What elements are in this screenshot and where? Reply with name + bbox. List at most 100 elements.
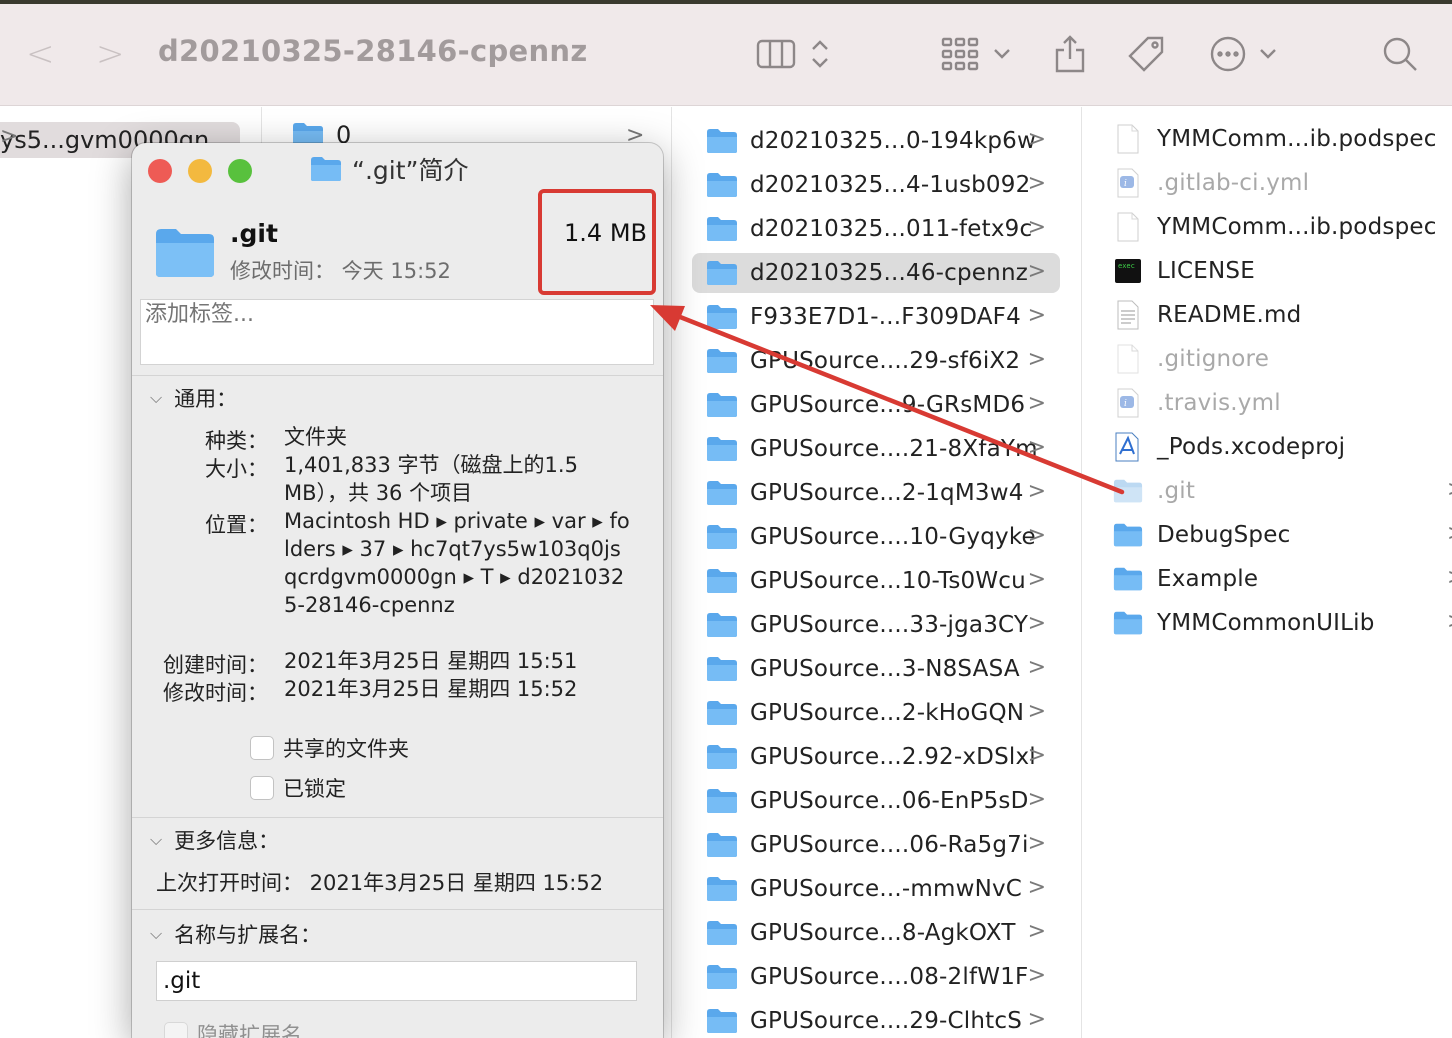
folder-row-label: d20210325...0-194kp6w <box>750 128 1036 154</box>
locked-checkbox[interactable]: 已锁定 <box>250 773 346 803</box>
finder-column-4: YMMComm...ib.podspec i .gitlab-ci.yml YMMCo… <box>1083 107 1452 1038</box>
chevron-right-icon: > <box>1447 565 1452 590</box>
folder-row[interactable]: DebugSpec > <box>1113 515 1452 555</box>
file-row[interactable]: README.md <box>1113 295 1452 335</box>
folder-row[interactable]: d20210325...46-cpennz > <box>692 253 1060 293</box>
close-button[interactable] <box>148 159 172 183</box>
folder-icon <box>707 657 737 681</box>
file-row[interactable]: _Pods.xcodeproj <box>1113 427 1452 467</box>
column-view-icon[interactable] <box>752 30 800 78</box>
section-title: 名称与扩展名： <box>174 923 322 947</box>
folder-icon <box>707 437 737 461</box>
folder-icon <box>707 129 737 153</box>
folder-row-label: GPUSource...8-AgkOXT <box>750 920 1016 946</box>
chevron-right-icon: > <box>1027 479 1046 504</box>
folder-row-label: F933E7D1-...F309DAF4 <box>750 304 1021 330</box>
folder-row[interactable]: .git > <box>1113 471 1452 511</box>
chevron-down-icon[interactable] <box>1244 30 1292 78</box>
file-row[interactable]: YMMComm...ib.podspec <box>1113 207 1452 247</box>
folder-row[interactable]: GPUSource....06-Ra5g7i > <box>692 825 1060 865</box>
svg-text:exec: exec <box>1118 262 1135 270</box>
disclosure-triangle-icon[interactable]: ⌵ <box>150 388 162 408</box>
tags-input[interactable] <box>141 300 653 329</box>
forward-button[interactable]: > <box>96 34 125 74</box>
folder-row[interactable]: GPUSource...8-AgkOXT > <box>692 913 1060 953</box>
share-icon[interactable] <box>1046 30 1094 78</box>
folder-icon <box>707 613 737 637</box>
document-icon <box>1113 123 1143 155</box>
name-input[interactable] <box>157 962 636 1000</box>
checkbox-box[interactable] <box>250 776 274 800</box>
created-label: 创建时间： <box>163 653 268 677</box>
folder-row[interactable]: d20210325...4-1usb092 > <box>692 165 1060 205</box>
folder-row[interactable]: GPUSource...2-1qM3w4 > <box>692 473 1060 513</box>
folder-row[interactable]: GPUSource....29-ClhtcS > <box>692 1001 1060 1038</box>
file-row[interactable]: YMMComm...ib.podspec <box>1113 119 1452 159</box>
chevron-down-icon[interactable] <box>978 30 1026 78</box>
zoom-button[interactable] <box>228 159 252 183</box>
back-button[interactable]: < <box>26 34 55 74</box>
folder-row-label: GPUSource....33-jga3CY <box>750 612 1029 638</box>
file-row-label: .gitignore <box>1157 346 1270 372</box>
folder-row[interactable]: GPUSource....08-2lfW1F > <box>692 957 1060 997</box>
general-section-header[interactable]: ⌵ 通用： <box>150 383 237 413</box>
folder-row[interactable]: GPUSource...10-Ts0Wcu > <box>692 561 1060 601</box>
folder-row[interactable]: GPUSource...2.92-xDSlxl > <box>692 737 1060 777</box>
folder-row[interactable]: d20210325...0-194kp6w > <box>692 121 1060 161</box>
folder-row[interactable]: Example > <box>1113 559 1452 599</box>
file-row-label: LICENSE <box>1157 258 1255 284</box>
minimize-button[interactable] <box>188 159 212 183</box>
chevron-right-icon: > <box>1027 919 1046 944</box>
checkbox-box[interactable] <box>250 736 274 760</box>
folder-row[interactable]: GPUSource...-mmwNvC > <box>692 869 1060 909</box>
folder-icon <box>707 305 737 329</box>
folder-icon <box>707 481 737 505</box>
folder-icon <box>1113 563 1143 595</box>
window-title: d20210325-28146-cpennz <box>158 34 588 68</box>
file-row[interactable]: exec LICENSE <box>1113 251 1452 291</box>
section-title: 通用： <box>174 387 238 411</box>
checkbox-box[interactable] <box>164 1022 188 1038</box>
chevron-right-icon: > <box>1027 259 1046 284</box>
shared-folder-checkbox[interactable]: 共享的文件夹 <box>250 733 409 763</box>
file-row[interactable]: i .travis.yml <box>1113 383 1452 423</box>
folder-row-label: GPUSource...06-EnP5sD <box>750 788 1029 814</box>
folder-row[interactable]: GPUSource...9-GRsMD6 > <box>692 385 1060 425</box>
search-icon[interactable] <box>1376 30 1424 78</box>
text-file-icon <box>1113 299 1143 331</box>
file-row[interactable]: i .gitlab-ci.yml <box>1113 163 1452 203</box>
folder-row[interactable]: YMMCommonUILib > <box>1113 603 1452 643</box>
kind-value: 文件夹 <box>284 425 347 449</box>
folder-row[interactable]: GPUSource...2-kHoGQN > <box>692 693 1060 733</box>
folder-row[interactable]: GPUSource....21-8XfaYm > <box>692 429 1060 469</box>
folder-row[interactable]: GPUSource....33-jga3CY > <box>692 605 1060 645</box>
chevron-right-icon: > <box>1027 831 1046 856</box>
file-row-label: .travis.yml <box>1157 390 1281 416</box>
tag-icon[interactable] <box>1122 30 1170 78</box>
document-icon <box>1113 211 1143 243</box>
folder-row[interactable]: GPUSource....29-sf6iX2 > <box>692 341 1060 381</box>
where-value: Macintosh HD ▸ private ▸ var ▸ folders ▸… <box>284 509 630 617</box>
chevron-right-icon: > <box>1027 743 1046 768</box>
name-field[interactable] <box>156 961 637 1001</box>
disclosure-triangle-icon[interactable]: ⌵ <box>150 830 162 850</box>
folder-row[interactable]: GPUSource....10-Gyqyke > <box>692 517 1060 557</box>
folder-row[interactable]: d20210325...011-fetx9c > <box>692 209 1060 249</box>
chevron-right-icon: > <box>1027 171 1046 196</box>
name-extension-section-header[interactable]: ⌵ 名称与扩展名： <box>150 919 321 949</box>
folder-row[interactable]: GPUSource...3-N8SASA > <box>692 649 1060 689</box>
item-modified: 修改时间： 今天 15:52 <box>230 259 451 283</box>
highlight-box-annotation <box>538 189 656 295</box>
folder-row[interactable]: GPUSource...06-EnP5sD > <box>692 781 1060 821</box>
hide-extension-checkbox[interactable]: 隐藏扩展名 <box>164 1019 302 1038</box>
disclosure-triangle-icon[interactable]: ⌵ <box>150 924 162 944</box>
folder-icon <box>707 349 737 373</box>
chevron-right-icon: > <box>1027 435 1046 460</box>
updown-chevron-icon[interactable] <box>796 30 844 78</box>
file-row[interactable]: .gitignore <box>1113 339 1452 379</box>
size-label: 大小： <box>205 457 268 481</box>
folder-row[interactable]: F933E7D1-...F309DAF4 > <box>692 297 1060 337</box>
tags-field[interactable] <box>140 299 654 365</box>
more-info-section-header[interactable]: ⌵ 更多信息： <box>150 825 279 855</box>
grid-view-icon[interactable] <box>936 30 984 78</box>
